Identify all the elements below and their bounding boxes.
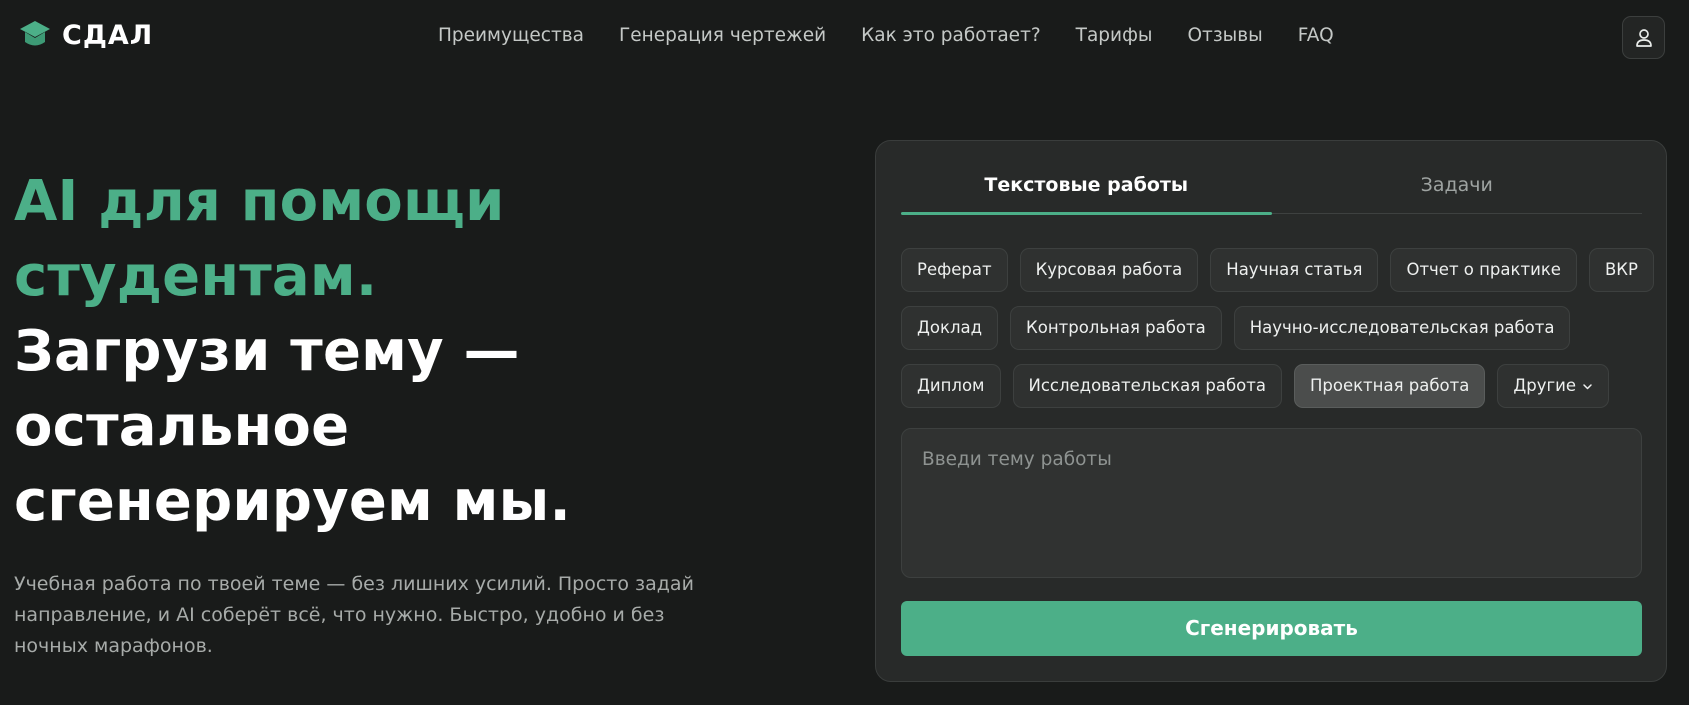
headline-accent-line: AI для помощи xyxy=(14,169,505,234)
generate-button[interactable]: Сгенерировать xyxy=(901,601,1642,656)
tab-text-works[interactable]: Текстовые работы xyxy=(901,171,1272,215)
nav-link-reviews[interactable]: Отзывы xyxy=(1188,25,1263,46)
tab-tasks[interactable]: Задачи xyxy=(1272,171,1643,213)
chip-other-dropdown[interactable]: Другие xyxy=(1497,364,1610,408)
nav-link-pricing[interactable]: Тарифы xyxy=(1076,25,1153,46)
nav-link-advantages[interactable]: Преимущества xyxy=(438,25,584,46)
user-icon xyxy=(1635,28,1652,47)
chip-diploma[interactable]: Диплом xyxy=(901,364,1001,408)
headline-accent-line: студентам. xyxy=(14,244,378,309)
chip-other-label: Другие xyxy=(1513,376,1577,395)
work-type-chips: Реферат Курсовая работа Научная статья О… xyxy=(901,248,1654,422)
chevron-down-icon xyxy=(1583,383,1592,389)
chip-row: Диплом Исследовательская работа Проектна… xyxy=(901,364,1646,408)
headline-main-line: остальное xyxy=(14,394,350,459)
chip-test-work[interactable]: Контрольная работа xyxy=(1010,306,1222,350)
chip-practice-report[interactable]: Отчет о практике xyxy=(1390,248,1577,292)
work-type-tabs: Текстовые работы Задачи xyxy=(901,171,1643,215)
hero: AI для помощи студентам. Загрузи тему — … xyxy=(14,164,774,662)
brand-name: СДАЛ xyxy=(62,19,154,51)
nav-link-faq[interactable]: FAQ xyxy=(1298,25,1334,46)
graduation-cap-icon xyxy=(20,21,50,46)
nav-link-drawings[interactable]: Генерация чертежей xyxy=(619,25,826,46)
chip-coursework[interactable]: Курсовая работа xyxy=(1019,248,1199,292)
header: СДАЛ Преимущества Генерация чертежей Как… xyxy=(0,0,1689,76)
chip-research-project[interactable]: Научно-исследовательская работа xyxy=(1233,306,1571,350)
main-nav: Преимущества Генерация чертежей Как это … xyxy=(438,25,1334,46)
hero-description: Учебная работа по твоей теме — без лишни… xyxy=(14,573,694,657)
account-button[interactable] xyxy=(1622,16,1665,59)
chip-row: Доклад Контрольная работа Научно-исследо… xyxy=(901,306,1646,350)
chip-report[interactable]: Доклад xyxy=(901,306,999,350)
hero-headline: AI для помощи студентам. Загрузи тему — … xyxy=(14,164,774,539)
headline-main-line: Загрузи тему — xyxy=(14,319,520,384)
chip-essay[interactable]: Реферат xyxy=(901,248,1008,292)
headline-main-line: сгенерируем мы. xyxy=(14,469,571,534)
logo[interactable]: СДАЛ xyxy=(18,18,153,52)
chip-project-work[interactable]: Проектная работа xyxy=(1293,364,1486,408)
chip-thesis-vkr[interactable]: ВКР xyxy=(1588,248,1654,292)
chip-row: Реферат Курсовая работа Научная статья О… xyxy=(901,248,1654,292)
chip-research-work[interactable]: Исследовательская работа xyxy=(1012,364,1282,408)
topic-input[interactable]: Введи тему работы xyxy=(901,428,1642,578)
nav-link-how-it-works[interactable]: Как это работает? xyxy=(861,25,1041,46)
generator-card: Текстовые работы Задачи Реферат Курсовая… xyxy=(875,140,1667,682)
chip-scientific-article[interactable]: Научная статья xyxy=(1210,248,1379,292)
